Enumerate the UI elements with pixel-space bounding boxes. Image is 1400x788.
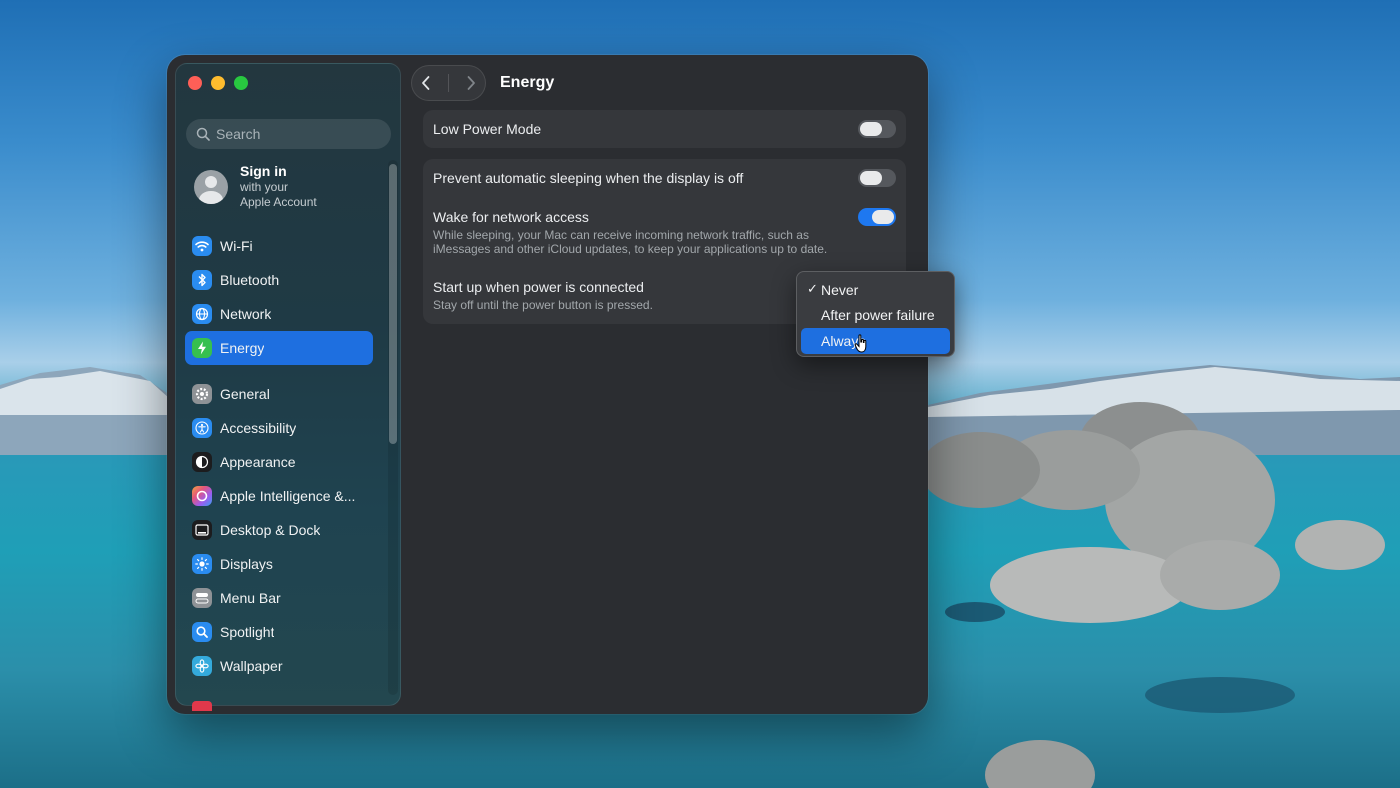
- magnifier-icon: [192, 622, 212, 642]
- bolt-icon: [192, 338, 212, 358]
- low-power-toggle[interactable]: [858, 120, 896, 138]
- globe-icon: [192, 304, 212, 324]
- sidebar-item-label: Spotlight: [220, 624, 275, 640]
- sidebar-item-label: Desktop & Dock: [220, 522, 321, 538]
- sidebar-item-label: Network: [220, 306, 272, 322]
- prevent-sleep-toggle[interactable]: [858, 169, 896, 187]
- sidebar-item-energy[interactable]: Energy: [185, 331, 373, 365]
- sidebar-item-network[interactable]: Network: [185, 297, 373, 331]
- low-power-row: Low Power Mode: [423, 110, 906, 148]
- startup-popup-menu: ✓ Never After power failure Always: [796, 271, 955, 357]
- search-placeholder: Search: [216, 126, 261, 142]
- signin-line1: with your: [240, 180, 289, 194]
- sun-icon: [192, 554, 212, 574]
- sidebar-group-connectivity: Wi-Fi Bluetooth Network Energy: [185, 229, 373, 365]
- menu-item-label: After power failure: [821, 307, 935, 324]
- page-title: Energy: [500, 74, 555, 91]
- wake-network-label: Wake for network access: [433, 209, 589, 225]
- wake-network-description: While sleeping, your Mac can receive inc…: [433, 228, 828, 256]
- apple-intelligence-icon: [192, 486, 212, 506]
- sidebar-item-desktop-dock[interactable]: Desktop & Dock: [185, 513, 373, 547]
- sidebar-item-appearance[interactable]: Appearance: [185, 445, 373, 479]
- window-controls: [188, 76, 248, 90]
- signin-title: Sign in: [240, 163, 287, 179]
- accessibility-icon: [192, 418, 212, 438]
- sidebar-item-spotlight[interactable]: Spotlight: [185, 615, 373, 649]
- apple-account-item[interactable]: Sign in with your Apple Account: [194, 162, 317, 210]
- wifi-icon: [192, 236, 212, 256]
- sidebar-item-bluetooth[interactable]: Bluetooth: [185, 263, 373, 297]
- history-nav: [411, 65, 486, 101]
- sidebar-item-wallpaper[interactable]: Wallpaper: [185, 649, 373, 683]
- menu-item-never[interactable]: ✓ Never: [801, 277, 950, 303]
- sidebar: Search Sign in with your Apple Account W…: [175, 63, 401, 711]
- sidebar-item-apple-intelligence[interactable]: Apple Intelligence &...: [185, 479, 373, 513]
- checkmark-icon: ✓: [807, 281, 818, 296]
- menu-bar-icon: [192, 588, 212, 608]
- notifications-icon: [192, 701, 212, 711]
- search-field[interactable]: Search: [186, 119, 391, 149]
- appearance-icon: [192, 452, 212, 472]
- sidebar-item-label: Displays: [220, 556, 273, 572]
- sidebar-item-label: Wallpaper: [220, 658, 283, 674]
- low-power-label: Low Power Mode: [433, 121, 542, 137]
- sidebar-item-label: Menu Bar: [220, 590, 281, 606]
- sidebar-item-general[interactable]: General: [185, 377, 373, 411]
- sidebar-item-label: Energy: [220, 340, 265, 356]
- close-button[interactable]: [188, 76, 202, 90]
- sidebar-item-label: Apple Intelligence &...: [220, 488, 356, 504]
- menu-item-after-power-failure[interactable]: After power failure: [801, 303, 950, 329]
- toolbar: Energy: [411, 65, 554, 101]
- back-chevron-icon[interactable]: [420, 75, 432, 91]
- prevent-sleep-row: Prevent automatic sleeping when the disp…: [423, 159, 906, 197]
- menu-item-label: Never: [821, 281, 859, 298]
- zoom-button[interactable]: [234, 76, 248, 90]
- wake-network-toggle[interactable]: [858, 208, 896, 226]
- dock-icon: [192, 520, 212, 540]
- forward-chevron-icon[interactable]: [465, 75, 477, 91]
- wake-network-row: Wake for network access While sleeping, …: [423, 197, 906, 267]
- sidebar-group-system: General Accessibility Appearance Apple I…: [185, 377, 373, 683]
- sidebar-item-label: Appearance: [220, 454, 296, 470]
- sidebar-item-menu-bar[interactable]: Menu Bar: [185, 581, 373, 615]
- bluetooth-icon: [192, 270, 212, 290]
- sidebar-item-displays[interactable]: Displays: [185, 547, 373, 581]
- sidebar-item-label: Bluetooth: [220, 272, 280, 288]
- low-power-card: Low Power Mode: [423, 110, 906, 148]
- gear-icon: [192, 384, 212, 404]
- mouse-pointer-icon: [854, 334, 867, 353]
- signin-line2: Apple Account: [240, 195, 317, 209]
- sidebar-item-label: General: [220, 386, 270, 402]
- desktop-rocks: [920, 380, 1400, 788]
- avatar: [194, 170, 228, 204]
- sidebar-item-label: Wi-Fi: [220, 238, 253, 254]
- sidebar-item-accessibility[interactable]: Accessibility: [185, 411, 373, 445]
- menu-item-always[interactable]: Always: [801, 328, 950, 354]
- search-icon: [196, 127, 210, 141]
- flower-icon: [192, 656, 212, 676]
- sidebar-scrollbar[interactable]: [389, 164, 397, 444]
- sidebar-item-label: Accessibility: [220, 420, 297, 436]
- prevent-sleep-label: Prevent automatic sleeping when the disp…: [433, 170, 744, 186]
- sidebar-item-wifi[interactable]: Wi-Fi: [185, 229, 373, 263]
- system-settings-window: Search Sign in with your Apple Account W…: [167, 55, 928, 714]
- minimize-button[interactable]: [211, 76, 225, 90]
